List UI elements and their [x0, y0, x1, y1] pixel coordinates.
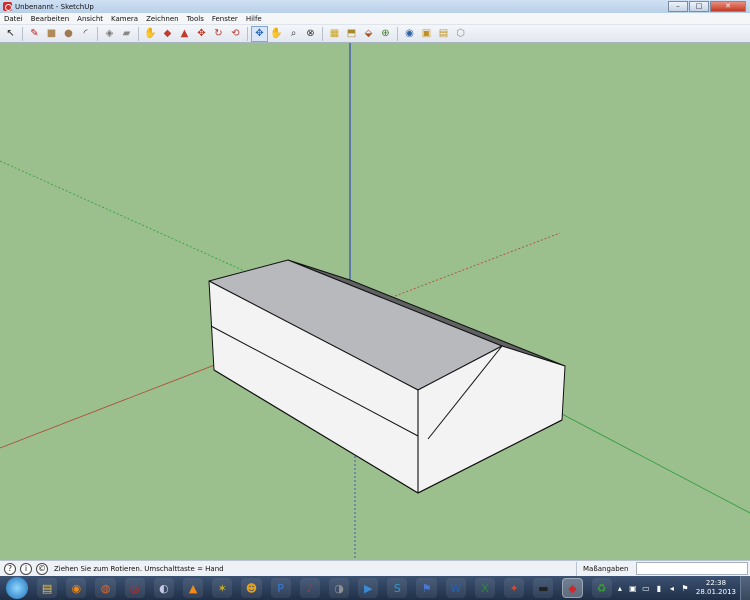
start-button[interactable]	[6, 577, 29, 599]
maximize-button[interactable]: □	[689, 0, 709, 12]
line-tool-icon[interactable]: ✎	[26, 26, 43, 42]
window-controls: – □ ✕	[667, 0, 746, 13]
disc-burner-icon[interactable]: ◑	[328, 578, 350, 598]
close-button[interactable]: ✕	[710, 0, 746, 12]
recycle-app-icon[interactable]: ♻	[591, 578, 612, 598]
pan-tool-icon[interactable]: ✋	[268, 26, 285, 42]
window-title: Unbenannt - SketchUp	[15, 2, 94, 11]
select-tool-icon[interactable]: ↖	[2, 26, 19, 42]
taskbar: ▤ ◉ ◍ ◎ ◐ ▲ ✶ ☻ P ♪ ◑ ▶ S ⚑ W X ✦ ▬ ◆ ♻ ▴ ▣ ▭ ▮ ◂ ⚑ 22:38 28.01.201…	[0, 576, 750, 600]
firefox-icon[interactable]: ◍	[95, 578, 116, 598]
word-icon[interactable]: W	[445, 578, 466, 598]
show-desktop-button[interactable]	[740, 576, 750, 600]
preview-google-earth-icon[interactable]: ⬡	[452, 26, 469, 42]
flag-tray-icon[interactable]: ⚑	[680, 583, 690, 593]
status-message: Ziehen Sie zum Rotieren. Umschalttaste =…	[54, 564, 224, 573]
toolbar-separator	[22, 26, 23, 41]
device-tray-icon[interactable]: ▭	[641, 583, 651, 593]
music-icon[interactable]: ♪	[299, 578, 320, 598]
menu-ansicht[interactable]: Ansicht	[73, 15, 107, 23]
menu-zeichnen[interactable]: Zeichnen	[142, 15, 183, 23]
get-models-icon[interactable]: ▦	[326, 26, 343, 42]
toolbar-separator	[97, 26, 98, 41]
title-bar: Unbenannt - SketchUp – □ ✕	[0, 0, 750, 13]
chat-icon[interactable]: ☻	[241, 578, 262, 598]
menu-hilfe[interactable]: Hilfe	[242, 15, 266, 23]
excel-icon[interactable]: X	[474, 578, 496, 598]
security-tray-icon[interactable]: ▣	[628, 583, 638, 593]
add-location-icon[interactable]: ⊕	[377, 26, 394, 42]
tape-measure-icon[interactable]: ✋	[142, 26, 159, 42]
toolbar-separator	[397, 26, 398, 41]
skype-icon[interactable]: S	[387, 578, 408, 598]
zoom-extents-icon[interactable]: ⊗	[302, 26, 319, 42]
zoom-tool-icon[interactable]: ⌕	[285, 26, 302, 42]
status-bar: ? i © Ziehen Sie zum Rotieren. Umschaltt…	[0, 560, 750, 576]
menu-datei[interactable]: Datei	[0, 15, 27, 23]
menu-bearbeiten[interactable]: Bearbeiten	[27, 15, 73, 23]
share-model-icon[interactable]: ⬒	[343, 26, 360, 42]
sketchup-taskbar-icon[interactable]: ◆	[562, 578, 583, 598]
opera-icon[interactable]: ◎	[124, 578, 145, 598]
media-player-icon[interactable]: ◉	[66, 578, 87, 598]
system-tray: ▴ ▣ ▭ ▮ ◂ ⚑ 22:38 28.01.2013	[612, 576, 750, 600]
get-photo-texture-icon[interactable]: ⬙	[360, 26, 377, 42]
minimize-button[interactable]: –	[668, 0, 688, 12]
media-center-icon[interactable]: ⚑	[416, 578, 437, 598]
sketchup-app-icon	[3, 2, 12, 11]
movie-maker-icon[interactable]: ▶	[358, 578, 379, 598]
menu-kamera[interactable]: Kamera	[107, 15, 142, 23]
drawing-viewport[interactable]	[0, 43, 750, 560]
clock-date: 28.01.2013	[695, 588, 736, 596]
volume-tray-icon[interactable]: ◂	[667, 583, 677, 593]
fox-app-icon[interactable]: ✦	[504, 578, 525, 598]
paint-bucket-icon[interactable]: ◆	[159, 26, 176, 42]
offset-tool-icon[interactable]: ⟲	[227, 26, 244, 42]
menu-fenster[interactable]: Fenster	[208, 15, 242, 23]
toolbar-separator	[322, 26, 323, 41]
explorer-icon[interactable]: ▤	[37, 578, 58, 598]
toggle-terrain-icon[interactable]: ◉	[401, 26, 418, 42]
help-icon[interactable]: ?	[4, 562, 16, 575]
move-tool-icon[interactable]: ✥	[193, 26, 210, 42]
red-axis	[0, 365, 213, 449]
network-tray-icon[interactable]: ▮	[654, 583, 664, 593]
push-pull-icon[interactable]: ▲	[176, 26, 193, 42]
toolbar-separator	[138, 26, 139, 41]
command-prompt-icon[interactable]: ▬	[533, 578, 554, 598]
measurement-label: Maßangaben	[576, 561, 636, 576]
menu-tools[interactable]: Tools	[183, 15, 208, 23]
eraser-tool-icon[interactable]: ▰	[118, 26, 135, 42]
credits-icon[interactable]: ©	[36, 562, 48, 575]
extension-warehouse-icon[interactable]: ▣	[418, 26, 435, 42]
rectangle-tool-icon[interactable]: ■	[43, 26, 60, 42]
rotate-tool-icon[interactable]: ↻	[210, 26, 227, 42]
make-component-icon[interactable]: ◈	[101, 26, 118, 42]
clock[interactable]: 22:38 28.01.2013	[696, 579, 736, 597]
vlc-icon[interactable]: ▲	[182, 578, 204, 598]
power-dvd-icon[interactable]: P	[270, 578, 291, 598]
dvd-player-icon[interactable]: ◐	[153, 578, 174, 598]
circle-tool-icon[interactable]: ●	[60, 26, 77, 42]
info-icon[interactable]: i	[20, 562, 32, 575]
show-hidden-icons-icon[interactable]: ▴	[615, 583, 625, 593]
toolbar-separator	[247, 26, 248, 41]
send-to-layout-icon[interactable]: ▤	[435, 26, 452, 42]
orbit-tool-icon[interactable]: ✥	[251, 25, 268, 42]
main-toolbar: ↖ ✎ ■ ● ◜ ◈ ▰ ✋ ◆ ▲ ✥ ↻ ⟲ ✥ ✋ ⌕ ⊗ ▦ ⬒ ⬙ ⊕ ◉ ▣ ▤ ⬡	[0, 25, 750, 43]
clock-time: 22:38	[705, 579, 727, 587]
green-axis	[559, 412, 750, 514]
model-canvas[interactable]	[0, 43, 750, 560]
measurement-input[interactable]	[636, 562, 748, 575]
menu-bar: Datei Bearbeiten Ansicht Kamera Zeichnen…	[0, 13, 750, 25]
scanner-icon[interactable]: ✶	[212, 578, 233, 598]
arc-tool-icon[interactable]: ◜	[77, 26, 94, 42]
